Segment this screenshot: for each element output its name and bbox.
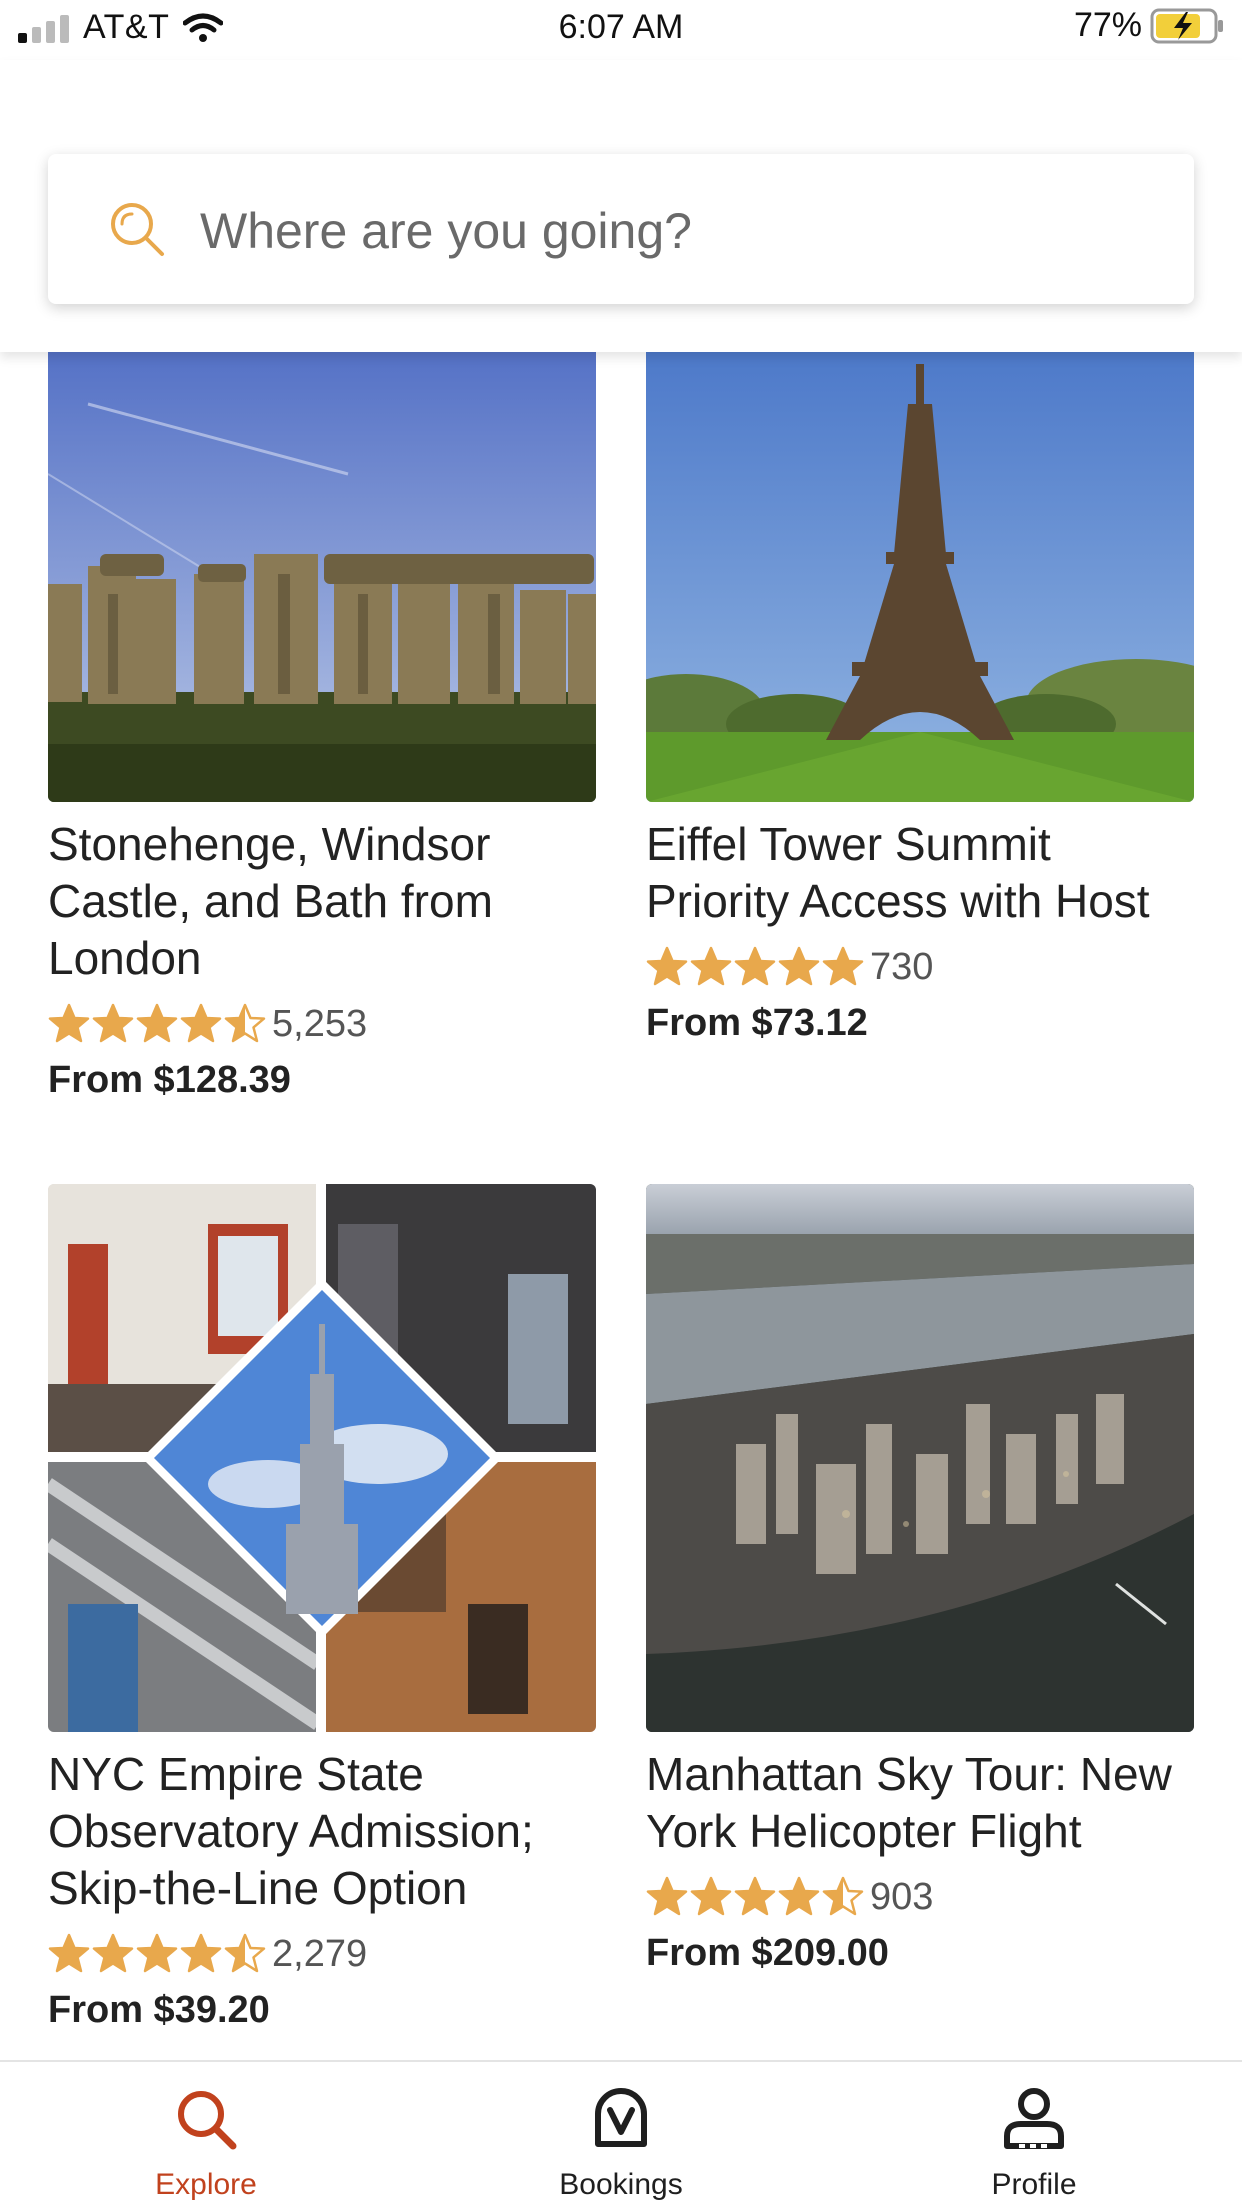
star-half-icon [224,1933,266,1973]
star-full-icon [180,1933,222,1973]
review-count: 730 [870,945,934,988]
star-rating [646,946,864,988]
star-full-icon [646,1876,688,1916]
tab-label: Explore [155,2168,257,2201]
star-full-icon [48,1933,90,1973]
star-full-icon [136,1003,178,1043]
card-title[interactable]: Manhattan Sky Tour: New York Helicopter … [646,1746,1194,1860]
star-full-icon [48,1003,90,1043]
search-icon [111,203,164,256]
search-input[interactable]: Where are you going? [48,154,1194,304]
star-rating [48,1003,266,1045]
tab-bar: Explore Bookings Profile [0,2060,1242,2208]
star-half-icon [224,1003,266,1043]
rating-row: 730 [646,942,1194,992]
star-full-icon [646,946,688,986]
status-bar: AT&T 6:07 AM 77% [0,0,1242,60]
review-count: 2,279 [272,1932,368,1975]
star-full-icon [734,946,776,986]
status-right: 77% [1074,6,1226,45]
empire-state-collage[interactable] [48,1184,596,1732]
status-time: 6:07 AM [558,8,684,46]
rating-row: 5,253 [48,999,596,1049]
search-icon [178,2091,237,2150]
price-label: From $209.00 [646,1932,889,1974]
rating-row: 2,279 [48,1929,596,1979]
battery-percentage: 77% [1073,6,1142,44]
card-title[interactable]: Eiffel Tower Summit Priority Access with… [646,816,1194,930]
experience-card[interactable]: Eiffel Tower Summit Priority Access with… [646,352,1194,1045]
rating-row: 903 [646,1872,1194,1922]
card-title[interactable]: NYC Empire State Observatory Admission; … [48,1746,596,1917]
tab-label: Profile [991,2168,1077,2201]
tab-explore[interactable]: Explore [76,2084,336,2202]
star-full-icon [690,946,732,986]
star-rating [646,1876,864,1918]
review-count: 903 [870,1875,934,1918]
review-count: 5,253 [272,1002,368,1045]
tab-bookings[interactable]: Bookings [491,2084,751,2202]
star-full-icon [822,946,864,986]
search-header: Where are you going? [0,60,1242,352]
experience-card[interactable]: Stonehenge, Windsor Castle, and Bath fro… [48,352,596,1102]
star-full-icon [92,1933,134,1973]
star-full-icon [734,1876,776,1916]
experience-grid: Stonehenge, Windsor Castle, and Bath fro… [0,352,1242,2060]
experience-card[interactable]: Manhattan Sky Tour: New York Helicopter … [646,1184,1194,1975]
star-full-icon [778,946,820,986]
bookings-icon [595,2088,647,2147]
search-placeholder: Where are you going? [200,203,692,259]
star-full-icon [136,1933,178,1973]
star-full-icon [180,1003,222,1043]
eiffel-tower-photo[interactable] [646,352,1194,802]
star-rating [48,1933,266,1975]
star-full-icon [778,1876,820,1916]
price-label: From $73.12 [646,1002,868,1044]
manhattan-aerial-photo[interactable] [646,1184,1194,1732]
tab-label: Bookings [559,2168,683,2201]
battery-charging-icon [1150,8,1223,43]
experience-card[interactable]: NYC Empire State Observatory Admission; … [48,1184,596,2032]
star-half-icon [822,1876,864,1916]
price-label: From $39.20 [48,1989,270,2031]
price-label: From $128.39 [48,1059,291,1101]
tab-profile[interactable]: Profile [904,2084,1164,2202]
card-title[interactable]: Stonehenge, Windsor Castle, and Bath fro… [48,816,596,987]
star-full-icon [690,1876,732,1916]
star-full-icon [92,1003,134,1043]
profile-icon [1004,2088,1064,2149]
stonehenge-photo[interactable] [48,352,596,802]
